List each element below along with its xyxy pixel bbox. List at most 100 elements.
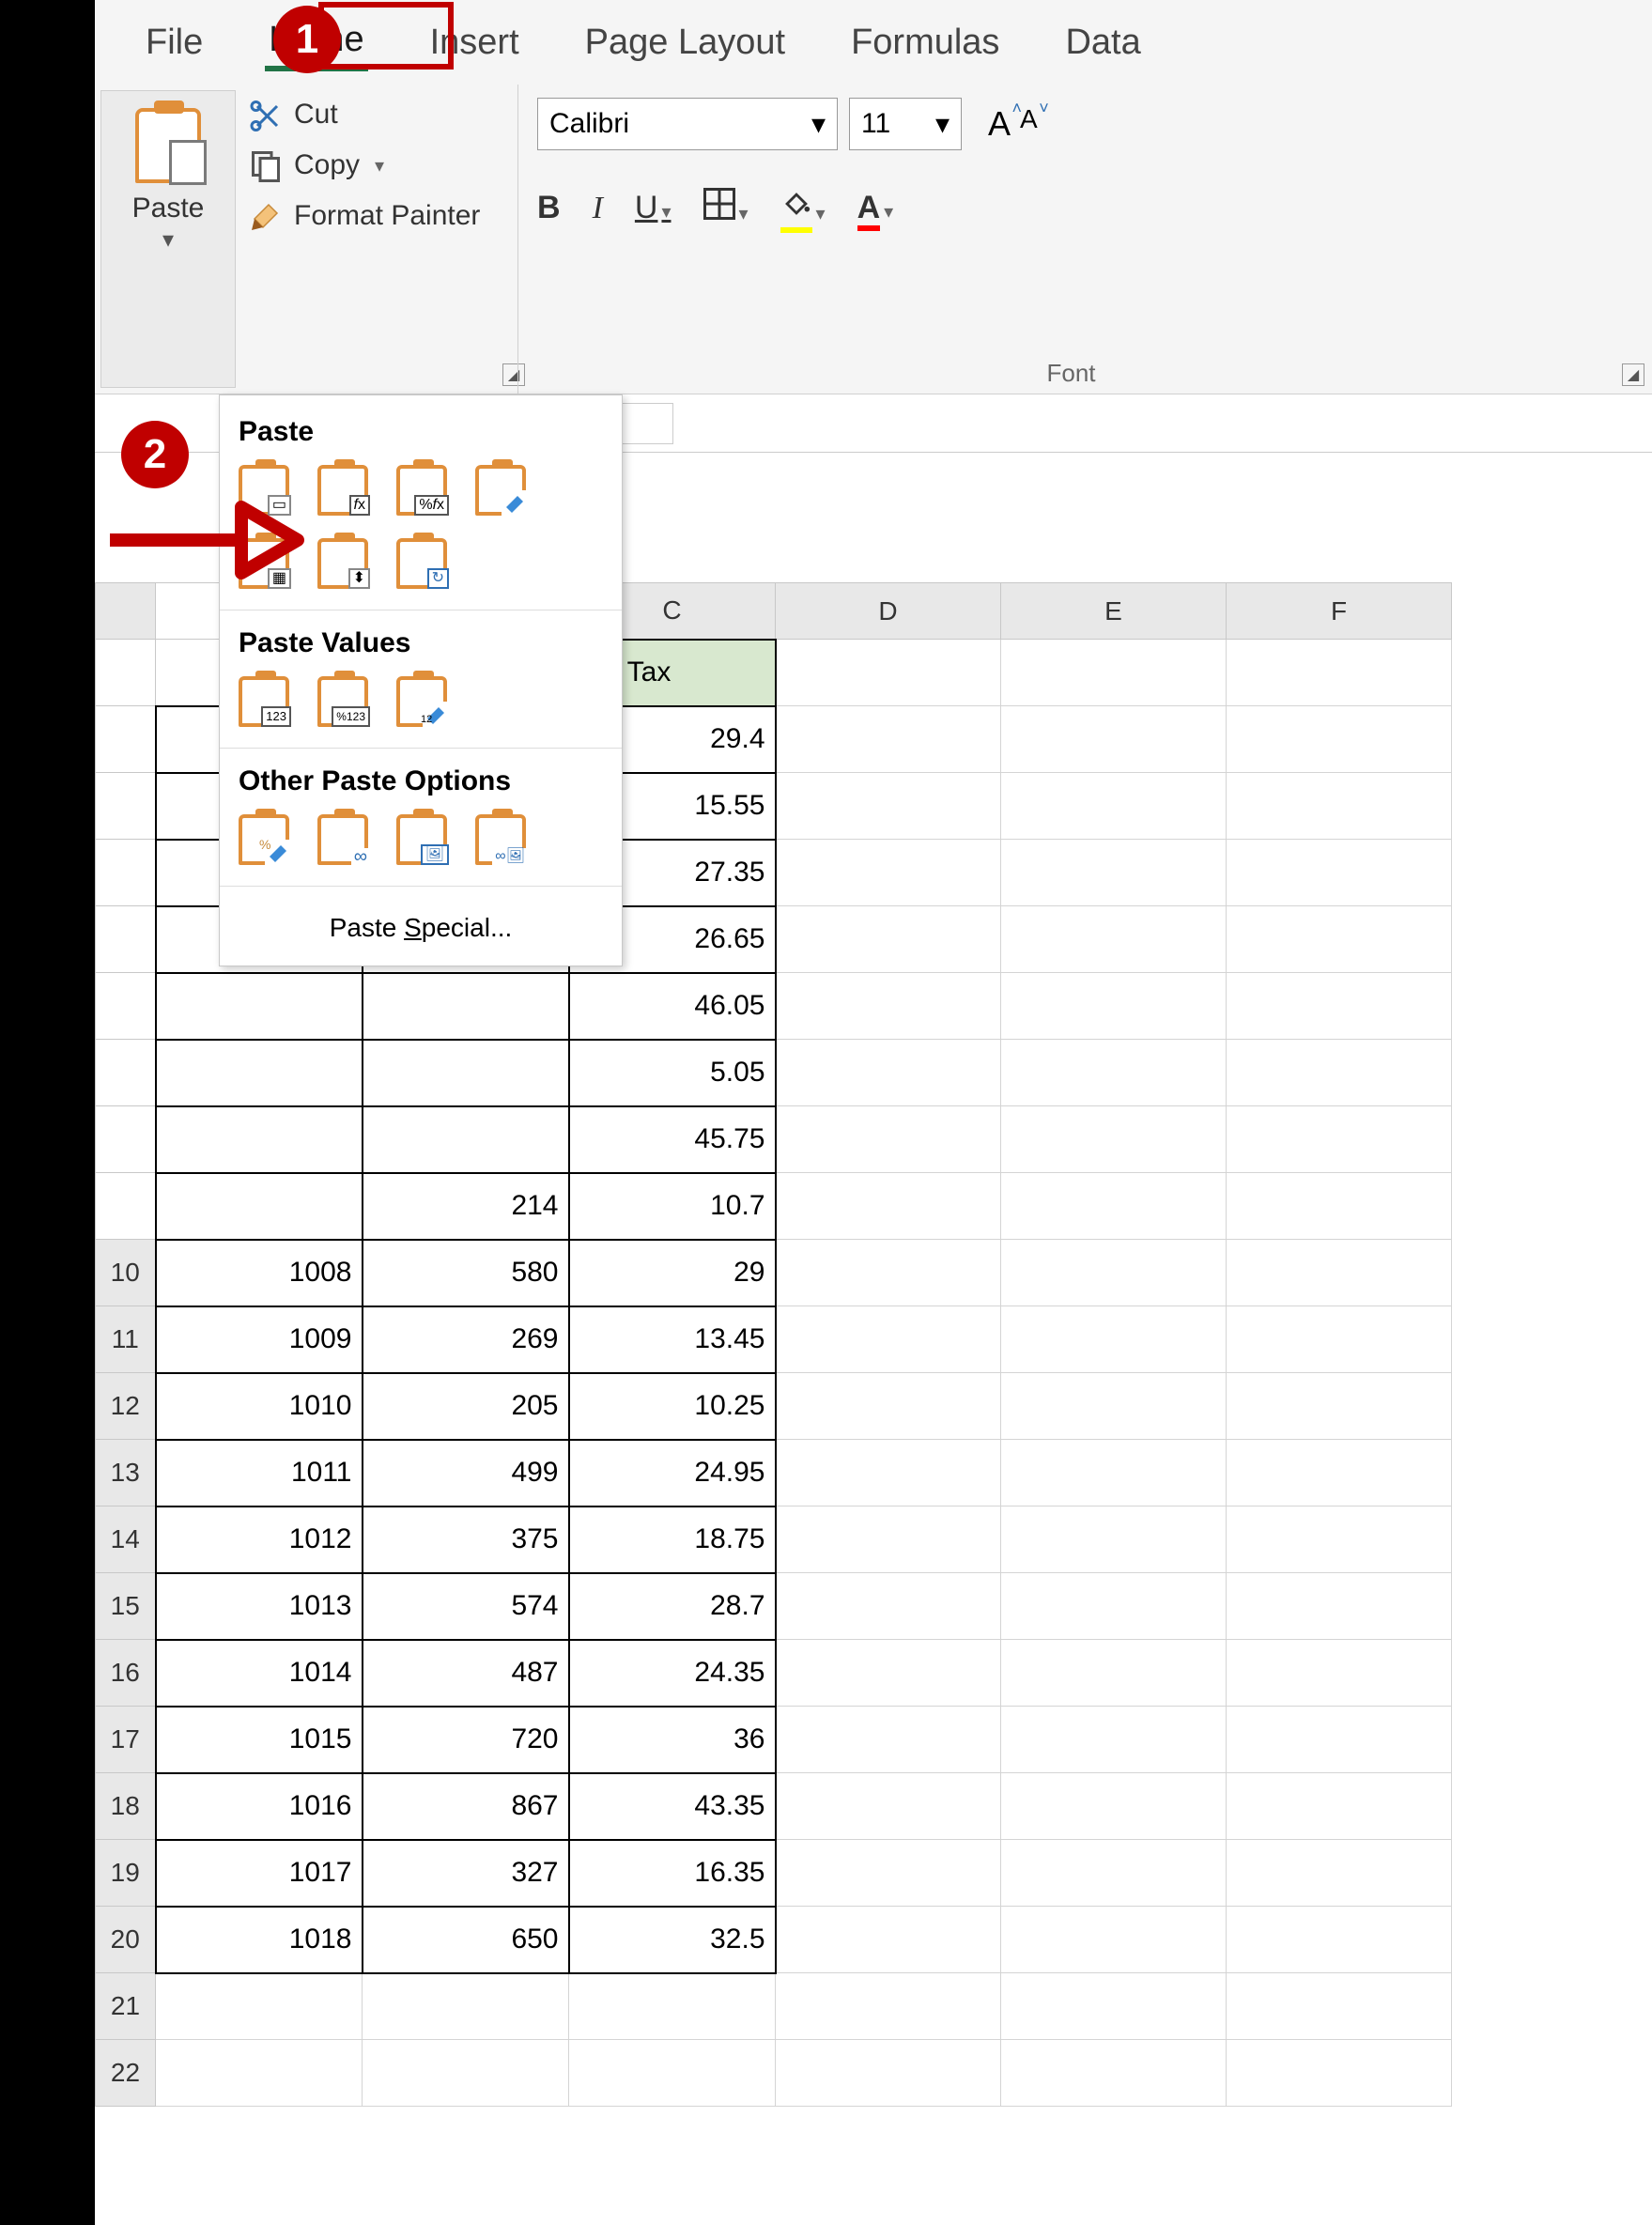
cell[interactable] (776, 1306, 1001, 1373)
cell[interactable] (1001, 1773, 1227, 1840)
cell[interactable] (776, 1373, 1001, 1440)
cell[interactable]: 36 (569, 1707, 776, 1773)
cell[interactable] (776, 1440, 1001, 1507)
cell[interactable]: 499 (363, 1440, 569, 1507)
cell[interactable] (1001, 973, 1227, 1040)
cell[interactable]: 1017 (156, 1840, 363, 1907)
cell[interactable] (1001, 1440, 1227, 1507)
cell[interactable] (569, 2040, 776, 2107)
cell[interactable]: 867 (363, 1773, 569, 1840)
paste-formatting-button[interactable]: % (239, 814, 289, 865)
cell[interactable]: 487 (363, 1640, 569, 1707)
cell[interactable]: 1015 (156, 1707, 363, 1773)
font-dialog-launcher[interactable]: ◢ (1622, 363, 1644, 386)
paste-link-button[interactable]: ∞ (317, 814, 368, 865)
cell[interactable] (1001, 1373, 1227, 1440)
tab-page-layout[interactable]: Page Layout (581, 17, 789, 69)
cell[interactable] (776, 1240, 1001, 1306)
cell[interactable]: 10.7 (569, 1173, 776, 1240)
cell[interactable] (1227, 1973, 1452, 2040)
row-header[interactable]: 14 (96, 1507, 156, 1573)
tab-data[interactable]: Data (1061, 17, 1144, 69)
cell[interactable]: 720 (363, 1707, 569, 1773)
cell[interactable] (1001, 1840, 1227, 1907)
paste-keep-source-fmt-button[interactable] (475, 465, 526, 516)
cell[interactable] (776, 2040, 1001, 2107)
cell[interactable] (1001, 1306, 1227, 1373)
cell[interactable]: 32.5 (569, 1907, 776, 1973)
row-header[interactable]: 13 (96, 1440, 156, 1507)
paste-values-numberfmt-button[interactable]: %123 (317, 676, 368, 727)
cell[interactable] (1001, 1573, 1227, 1640)
decrease-font-button[interactable]: A˅ (1020, 104, 1038, 144)
cell[interactable] (776, 1507, 1001, 1573)
paste-split-button[interactable]: Paste ▾ (100, 90, 236, 388)
cell[interactable] (1227, 1573, 1452, 1640)
cell[interactable] (1227, 1106, 1452, 1173)
cell[interactable]: 1013 (156, 1573, 363, 1640)
cell[interactable] (776, 1040, 1001, 1106)
chevron-down-icon[interactable]: ▾ (375, 154, 384, 178)
cell[interactable] (1001, 1707, 1227, 1773)
underline-button[interactable]: U▾ (635, 190, 672, 226)
row-header[interactable]: 18 (96, 1773, 156, 1840)
cell[interactable] (776, 773, 1001, 840)
cell[interactable] (1001, 706, 1227, 773)
cell[interactable]: 375 (363, 1507, 569, 1573)
fill-color-button[interactable]: ▾ (780, 188, 826, 228)
cell[interactable] (776, 1173, 1001, 1240)
cell[interactable] (776, 1973, 1001, 2040)
cell[interactable] (363, 1973, 569, 2040)
cell[interactable] (1001, 773, 1227, 840)
cell[interactable] (1001, 2040, 1227, 2107)
cell[interactable] (1227, 2040, 1452, 2107)
cell[interactable] (1227, 1373, 1452, 1440)
cell[interactable]: 18.75 (569, 1507, 776, 1573)
cell[interactable] (1227, 973, 1452, 1040)
cell[interactable] (776, 840, 1001, 906)
row-header[interactable]: 17 (96, 1707, 156, 1773)
cell[interactable] (1227, 1173, 1452, 1240)
cell[interactable] (1001, 840, 1227, 906)
cell[interactable] (1001, 1507, 1227, 1573)
cell[interactable] (1001, 1640, 1227, 1707)
cell[interactable] (1227, 906, 1452, 973)
cell[interactable] (776, 706, 1001, 773)
cell[interactable] (1001, 1973, 1227, 2040)
font-color-button[interactable]: A▾ (857, 190, 894, 226)
cell[interactable] (776, 1106, 1001, 1173)
cell[interactable]: 1010 (156, 1373, 363, 1440)
row-header[interactable]: 12 (96, 1373, 156, 1440)
cell[interactable] (776, 973, 1001, 1040)
format-painter-button[interactable]: Format Painter (249, 199, 510, 233)
row-header[interactable]: 20 (96, 1907, 156, 1973)
increase-font-button[interactable]: A˄ (988, 104, 1011, 144)
tab-insert[interactable]: Insert (426, 17, 523, 69)
cell[interactable]: 10.25 (569, 1373, 776, 1440)
bold-button[interactable]: B (537, 190, 561, 226)
cell[interactable] (156, 2040, 363, 2107)
chevron-down-icon[interactable]: ▾ (162, 226, 174, 254)
cell[interactable] (1001, 1240, 1227, 1306)
cell[interactable] (1227, 640, 1452, 706)
cell[interactable]: 1008 (156, 1240, 363, 1306)
cell[interactable]: 28.7 (569, 1573, 776, 1640)
cell[interactable] (1227, 1040, 1452, 1106)
paste-linked-picture-button[interactable]: ∞🖼 (475, 814, 526, 865)
cell[interactable] (1227, 1773, 1452, 1840)
cell[interactable]: 16.35 (569, 1840, 776, 1907)
cell[interactable] (776, 1707, 1001, 1773)
cell[interactable] (1227, 1707, 1452, 1773)
font-name-combo[interactable]: Calibri ▾ (537, 98, 838, 150)
italic-button[interactable]: I (593, 191, 603, 226)
cell[interactable] (1227, 1907, 1452, 1973)
cell[interactable] (776, 1573, 1001, 1640)
cell[interactable] (1227, 840, 1452, 906)
cell[interactable] (1001, 906, 1227, 973)
cell[interactable] (1001, 1173, 1227, 1240)
cell[interactable] (1001, 1040, 1227, 1106)
cell[interactable]: 580 (363, 1240, 569, 1306)
paste-values-sourcefmt-button[interactable]: 12 (396, 676, 447, 727)
cell[interactable] (776, 1640, 1001, 1707)
copy-button[interactable]: Copy ▾ (249, 148, 510, 182)
